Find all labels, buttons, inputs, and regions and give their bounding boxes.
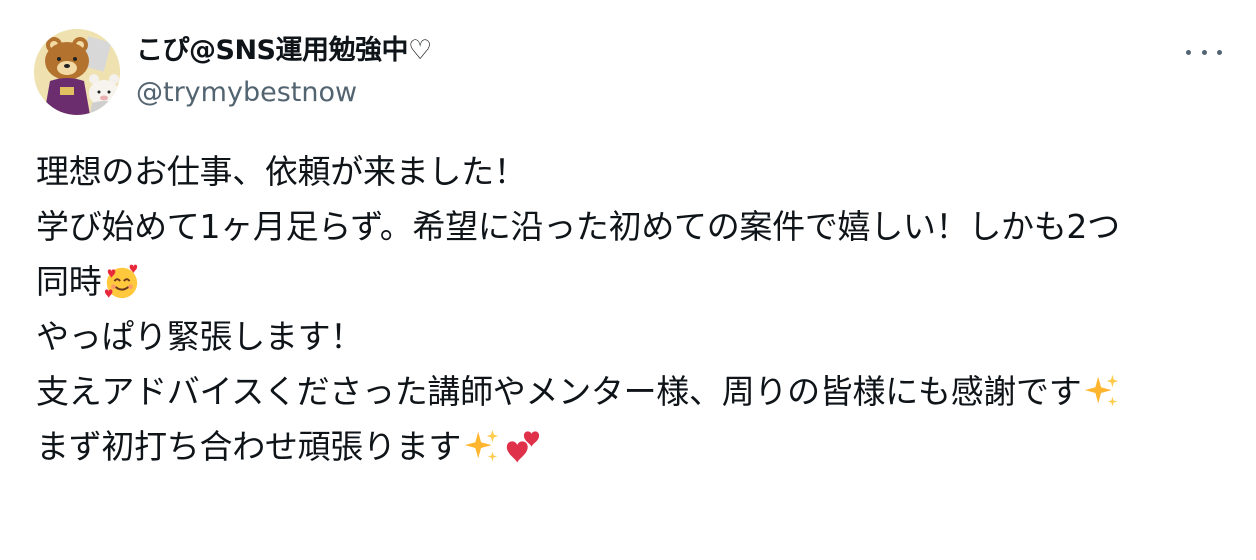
post-line: 理想のお仕事、依頼が来ました！ bbox=[36, 144, 1236, 199]
post-line: 学び始めて1ヶ月足らず。希望に沿った初めての案件で嬉しい！しかも2つ bbox=[36, 199, 1236, 254]
post-line: 支えアドバイスくださった講師やメンター様、周りの皆様にも感謝です bbox=[36, 364, 1236, 419]
post-line-text: やっぱり緊張します！ bbox=[36, 317, 364, 356]
post-line-text: 理想のお仕事、依頼が来ました！ bbox=[36, 152, 527, 191]
avatar[interactable] bbox=[34, 29, 120, 115]
more-dot bbox=[1186, 49, 1191, 55]
username-handle[interactable]: @trymybestnow bbox=[136, 75, 432, 111]
post-line: まず初打ち合わせ頑張ります bbox=[36, 419, 1236, 474]
smiling-face-with-hearts-icon bbox=[105, 264, 138, 298]
sparkles-icon bbox=[1085, 374, 1119, 406]
post-line-text: 同時 bbox=[36, 262, 102, 301]
post-line-text: 学び始めて1ヶ月足らず。希望に沿った初めての案件で嬉しい！しかも2つ bbox=[36, 207, 1120, 246]
more-options-icon[interactable] bbox=[1186, 40, 1222, 64]
post-line: やっぱり緊張します！ bbox=[36, 309, 1236, 364]
post-card: こぴ@SNS運用勉強中♡ @trymybestnow 理想のお仕事、依頼が来まし… bbox=[0, 0, 1256, 560]
post-line: 同時 bbox=[36, 254, 1236, 309]
more-dot bbox=[1217, 49, 1222, 55]
display-name[interactable]: こぴ@SNS運用勉強中♡ bbox=[136, 33, 432, 69]
sparkles-icon bbox=[465, 429, 499, 461]
post-line-text: まず初打ち合わせ頑張ります bbox=[36, 427, 462, 466]
rilakkuma-avatar-icon bbox=[34, 29, 120, 115]
post-line-text: 支えアドバイスくださった講師やメンター様、周りの皆様にも感謝です bbox=[36, 372, 1082, 411]
more-dot bbox=[1201, 49, 1207, 55]
post-text: 理想のお仕事、依頼が来ました！ 学び始めて1ヶ月足らず。希望に沿った初めての案件… bbox=[36, 144, 1236, 474]
author-names: こぴ@SNS運用勉強中♡ @trymybestnow bbox=[136, 33, 432, 111]
two-hearts-icon bbox=[506, 430, 540, 463]
